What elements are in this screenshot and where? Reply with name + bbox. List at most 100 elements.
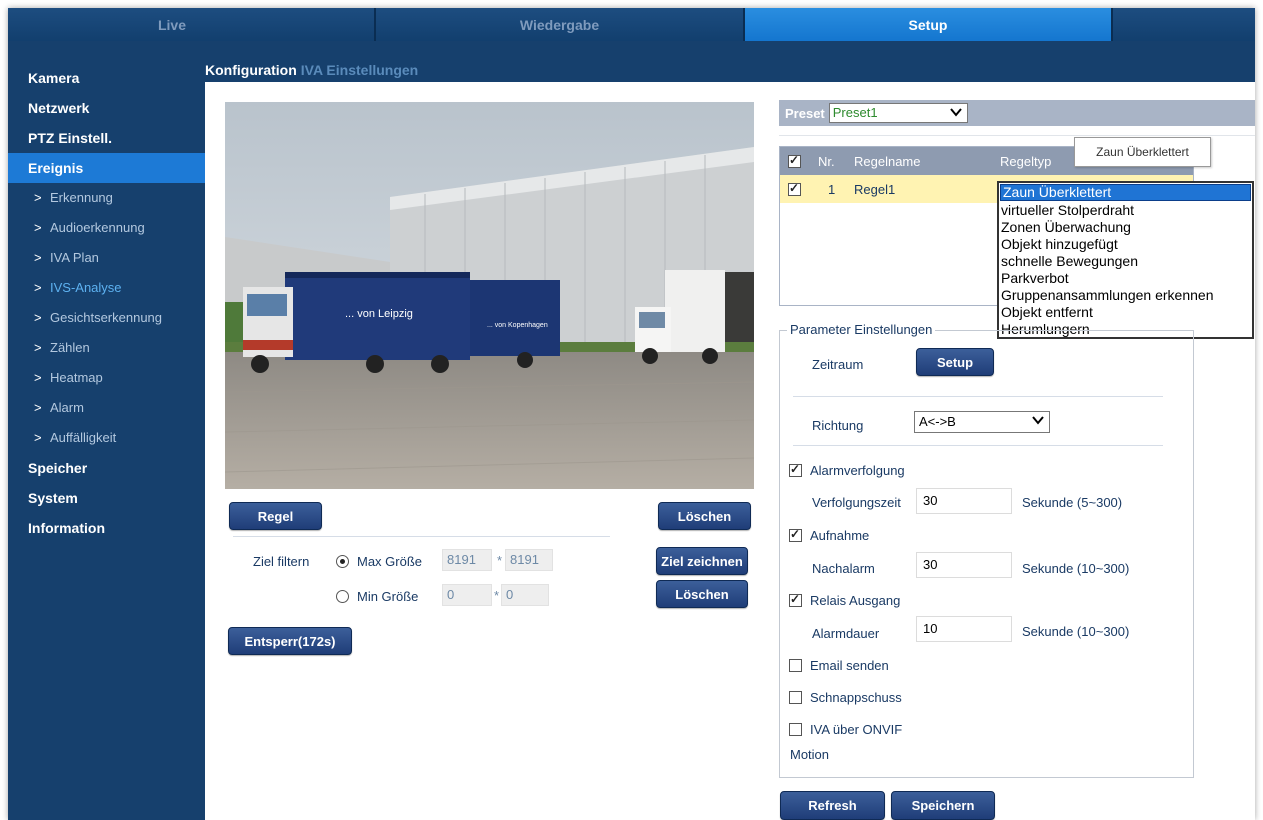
- relais-label: Relais Ausgang: [810, 593, 901, 608]
- sidebar-item-iva-plan[interactable]: > IVA Plan: [8, 243, 205, 273]
- rule-type-option[interactable]: Parkverbot: [999, 270, 1252, 287]
- tab-live[interactable]: Live: [8, 8, 376, 41]
- sidebar-item-zaehlen[interactable]: > Zählen: [8, 333, 205, 363]
- alarmverfolgung-row[interactable]: Alarmverfolgung: [789, 462, 905, 478]
- chevron-right-icon: >: [34, 280, 42, 295]
- app-frame: Live Wiedergabe Setup Kamera Netzwerk PT…: [8, 8, 1255, 820]
- chevron-right-icon: >: [34, 430, 42, 445]
- regel-button[interactable]: Regel: [229, 502, 322, 530]
- schnappschuss-checkbox[interactable]: [789, 691, 802, 704]
- max-width-input[interactable]: 8191: [442, 549, 492, 571]
- sidebar-item-erkennung[interactable]: > Erkennung: [8, 183, 205, 213]
- chevron-right-icon: >: [34, 310, 42, 325]
- tab-konfiguration[interactable]: Konfiguration: [205, 62, 297, 78]
- column-header-nr: Nr.: [818, 153, 835, 169]
- sidebar-item-label: Audioerkennung: [50, 220, 145, 235]
- sidebar-item-system[interactable]: System: [8, 483, 205, 513]
- ziel-zeichnen-button[interactable]: Ziel zeichnen: [656, 547, 748, 575]
- sidebar-item-ivs-analyse[interactable]: > IVS-Analyse: [8, 273, 205, 303]
- chevron-down-icon: [949, 105, 963, 124]
- email-checkbox[interactable]: [789, 659, 802, 672]
- sidebar-item-audioerkennung[interactable]: > Audioerkennung: [8, 213, 205, 243]
- camera-view[interactable]: ... von Leipzig ... von Kopenhagen: [225, 102, 754, 489]
- max-size-radio[interactable]: [336, 555, 349, 568]
- save-button[interactable]: Speichern: [891, 791, 995, 820]
- loeschen-top-button[interactable]: Löschen: [658, 502, 751, 530]
- sidebar-item-label: Gesichtserkennung: [50, 310, 163, 325]
- alarmdauer-input[interactable]: 10: [916, 616, 1012, 642]
- truck-text-1: ... von Leipzig: [345, 308, 413, 320]
- aufnahme-checkbox[interactable]: [789, 527, 802, 542]
- sidebar-item-ereignis[interactable]: Ereignis: [8, 153, 205, 183]
- verfolgungszeit-input[interactable]: 30: [916, 488, 1012, 514]
- onvif-checkbox[interactable]: [789, 723, 802, 736]
- sidebar: Kamera Netzwerk PTZ Einstell. Ereignis >…: [8, 41, 205, 820]
- sidebar-item-alarm[interactable]: > Alarm: [8, 393, 205, 423]
- sidebar-item-ptz[interactable]: PTZ Einstell.: [8, 123, 205, 153]
- rule-type-option[interactable]: virtueller Stolperdraht: [999, 202, 1252, 219]
- alarmverfolgung-checkbox[interactable]: [789, 462, 802, 477]
- sidebar-item-information[interactable]: Information: [8, 513, 205, 543]
- nachalarm-label: Nachalarm: [812, 561, 875, 576]
- email-label: Email senden: [810, 658, 889, 673]
- min-size-radio[interactable]: [336, 590, 349, 603]
- rule-type-option[interactable]: Zaun Überklettert: [1000, 184, 1251, 201]
- sidebar-item-label: IVA Plan: [50, 250, 99, 265]
- rule-type-option[interactable]: Zonen Überwachung: [999, 219, 1252, 236]
- email-row[interactable]: Email senden: [789, 658, 889, 673]
- rule-type-option[interactable]: schnelle Bewegungen: [999, 253, 1252, 270]
- alarmdauer-unit: Sekunde (10~300): [1022, 624, 1130, 639]
- aufnahme-row[interactable]: Aufnahme: [789, 527, 870, 543]
- divider: [233, 536, 610, 537]
- richtung-value: A<->B: [919, 414, 956, 429]
- min-width-input[interactable]: 0: [442, 584, 492, 606]
- sidebar-item-netzwerk[interactable]: Netzwerk: [8, 93, 205, 123]
- tab-iva-einstellungen[interactable]: IVA Einstellungen: [301, 62, 418, 78]
- min-height-input[interactable]: 0: [501, 584, 549, 606]
- ziel-filtern-label: Ziel filtern: [253, 554, 310, 569]
- tab-setup[interactable]: Setup: [745, 8, 1113, 41]
- relais-row[interactable]: Relais Ausgang: [789, 592, 901, 608]
- select-all-checkbox[interactable]: [788, 153, 801, 168]
- onvif-row[interactable]: IVA über ONVIF: [789, 722, 902, 737]
- chevron-right-icon: >: [34, 400, 42, 415]
- times-sign: *: [497, 553, 503, 568]
- sidebar-item-speicher[interactable]: Speicher: [8, 453, 205, 483]
- verfolgungszeit-unit: Sekunde (5~300): [1022, 495, 1123, 510]
- rule-type-dropdown[interactable]: Zaun Überklettert virtueller Stolperdrah…: [997, 181, 1254, 339]
- relais-checkbox[interactable]: [789, 592, 802, 607]
- tab-wiedergabe[interactable]: Wiedergabe: [376, 8, 745, 41]
- rule-type-option[interactable]: Gruppenansammlungen erkennen: [999, 287, 1252, 304]
- row-checkbox[interactable]: [788, 181, 801, 196]
- zeitraum-setup-button[interactable]: Setup: [916, 348, 994, 376]
- sidebar-item-label: IVS-Analyse: [50, 280, 122, 295]
- nachalarm-input[interactable]: 30: [916, 552, 1012, 578]
- sidebar-item-label: Erkennung: [50, 190, 113, 205]
- verfolgungszeit-label: Verfolgungszeit: [812, 495, 901, 510]
- sidebar-item-heatmap[interactable]: > Heatmap: [8, 363, 205, 393]
- rule-name: Regel1: [854, 181, 896, 197]
- aufnahme-label: Aufnahme: [810, 528, 870, 543]
- divider: [793, 396, 1163, 397]
- max-size-label: Max Größe: [357, 554, 423, 569]
- rule-type-option[interactable]: Objekt hinzugefügt: [999, 236, 1252, 253]
- divider: [779, 135, 1255, 136]
- camera-image: ... von Leipzig ... von Kopenhagen: [225, 102, 754, 489]
- sidebar-item-gesichtserkennung[interactable]: > Gesichtserkennung: [8, 303, 205, 333]
- refresh-button[interactable]: Refresh: [780, 791, 885, 820]
- richtung-label: Richtung: [812, 418, 864, 433]
- rule-type-option[interactable]: Objekt entfernt: [999, 304, 1252, 321]
- chevron-right-icon: >: [34, 250, 42, 265]
- sidebar-item-kamera[interactable]: Kamera: [8, 63, 205, 93]
- schnappschuss-row[interactable]: Schnappschuss: [789, 690, 902, 705]
- richtung-select[interactable]: A<->B: [914, 411, 1050, 433]
- schnappschuss-label: Schnappschuss: [810, 690, 902, 705]
- sidebar-item-auffaelligkeit[interactable]: > Auffälligkeit: [8, 423, 205, 453]
- entsperr-button[interactable]: Entsperr(172s): [228, 627, 352, 655]
- chevron-down-icon: [1031, 413, 1045, 433]
- loeschen-button[interactable]: Löschen: [656, 580, 748, 608]
- preset-select[interactable]: Preset1: [828, 103, 968, 124]
- max-height-input[interactable]: 8191: [505, 549, 553, 571]
- preset-bar: Preset Preset1: [779, 100, 1255, 126]
- tab-extra[interactable]: [1113, 8, 1255, 41]
